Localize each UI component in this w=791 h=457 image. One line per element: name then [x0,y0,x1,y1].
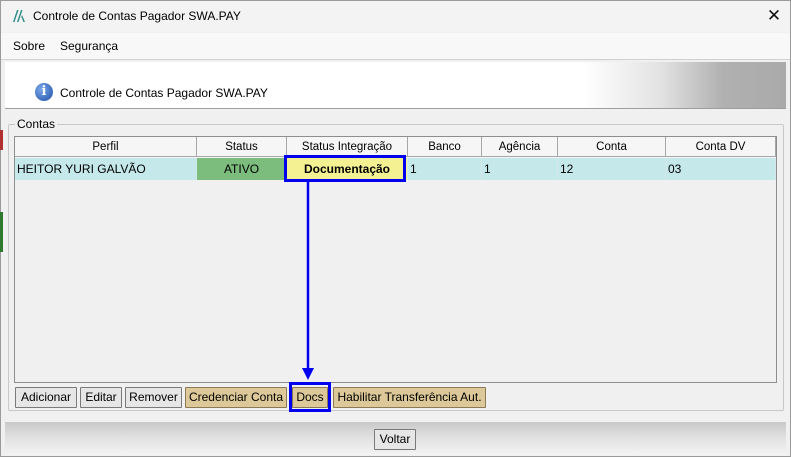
credenciar-conta-button[interactable]: Credenciar Conta [185,387,287,408]
contas-group-legend: Contas [15,117,58,131]
info-icon: i [35,83,53,101]
window-title: Controle de Contas Pagador SWA.PAY [33,9,241,23]
close-button[interactable]: ✕ [758,1,790,32]
column-header-status[interactable]: Status [197,137,287,157]
background-edge-mark [0,212,3,252]
cell-banco: 1 [408,158,482,180]
column-header-banco[interactable]: Banco [408,137,482,157]
annotation-highlight-docs [289,382,331,412]
cell-status: ATIVO [197,158,287,180]
cell-perfil: HEITOR YURI GALVÃO [15,158,197,180]
app-logo-icon [12,9,26,23]
column-header-status-integracao[interactable]: Status Integração [287,137,408,157]
header-panel: i Controle de Contas Pagador SWA.PAY [5,62,786,109]
menu-item-sobre[interactable]: Sobre [13,39,45,53]
title-bar[interactable]: Controle de Contas Pagador SWA.PAY ✕ [1,1,790,32]
column-header-perfil[interactable]: Perfil [15,137,197,157]
app-window: Controle de Contas Pagador SWA.PAY ✕ Sob… [0,0,791,457]
voltar-button[interactable]: Voltar [374,429,416,450]
cell-conta-dv: 03 [666,158,776,180]
cell-agencia: 1 [482,158,558,180]
column-header-agencia[interactable]: Agência [482,137,558,157]
menu-item-seguranca[interactable]: Segurança [60,39,118,53]
cell-conta: 12 [558,158,666,180]
remover-button[interactable]: Remover [125,387,182,408]
background-edge-mark [0,130,3,150]
menu-bar: Sobre Segurança [1,33,790,59]
menu-divider [1,59,790,60]
annotation-highlight-status [284,155,406,182]
adicionar-button[interactable]: Adicionar [15,387,77,408]
header-title: Controle de Contas Pagador SWA.PAY [60,86,268,100]
habilitar-transferencia-button[interactable]: Habilitar Transferência Aut. [333,387,486,408]
column-header-conta-dv[interactable]: Conta DV [666,137,776,157]
editar-button[interactable]: Editar [80,387,122,408]
column-header-conta[interactable]: Conta [558,137,666,157]
